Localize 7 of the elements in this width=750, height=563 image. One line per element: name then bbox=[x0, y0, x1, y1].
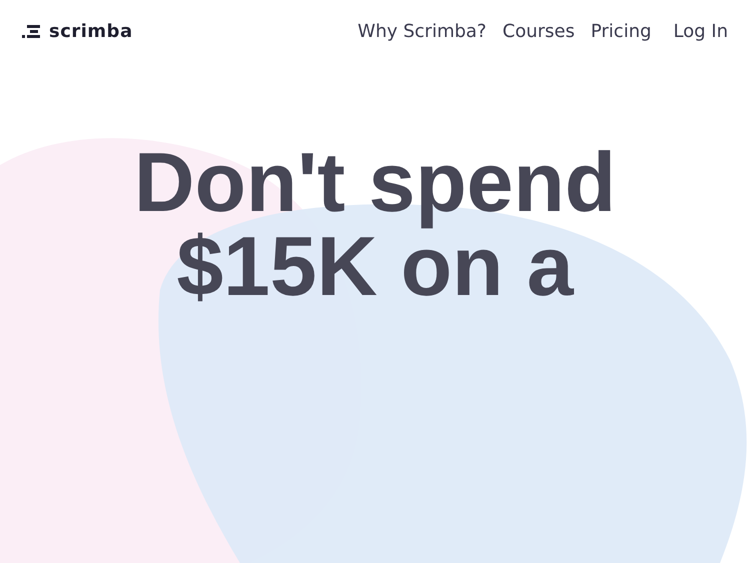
logo-text[interactable]: scrimba bbox=[49, 18, 133, 44]
nav-link[interactable]: Courses bbox=[502, 18, 575, 44]
nav-link[interactable]: Pricing bbox=[590, 18, 652, 44]
hero-heading: Don't spend $15K on a bbox=[133, 140, 617, 308]
logo-icon bbox=[22, 24, 41, 38]
nav-link[interactable]: Log In bbox=[673, 18, 728, 44]
nav-link[interactable]: Why Scrimba? bbox=[358, 18, 486, 44]
